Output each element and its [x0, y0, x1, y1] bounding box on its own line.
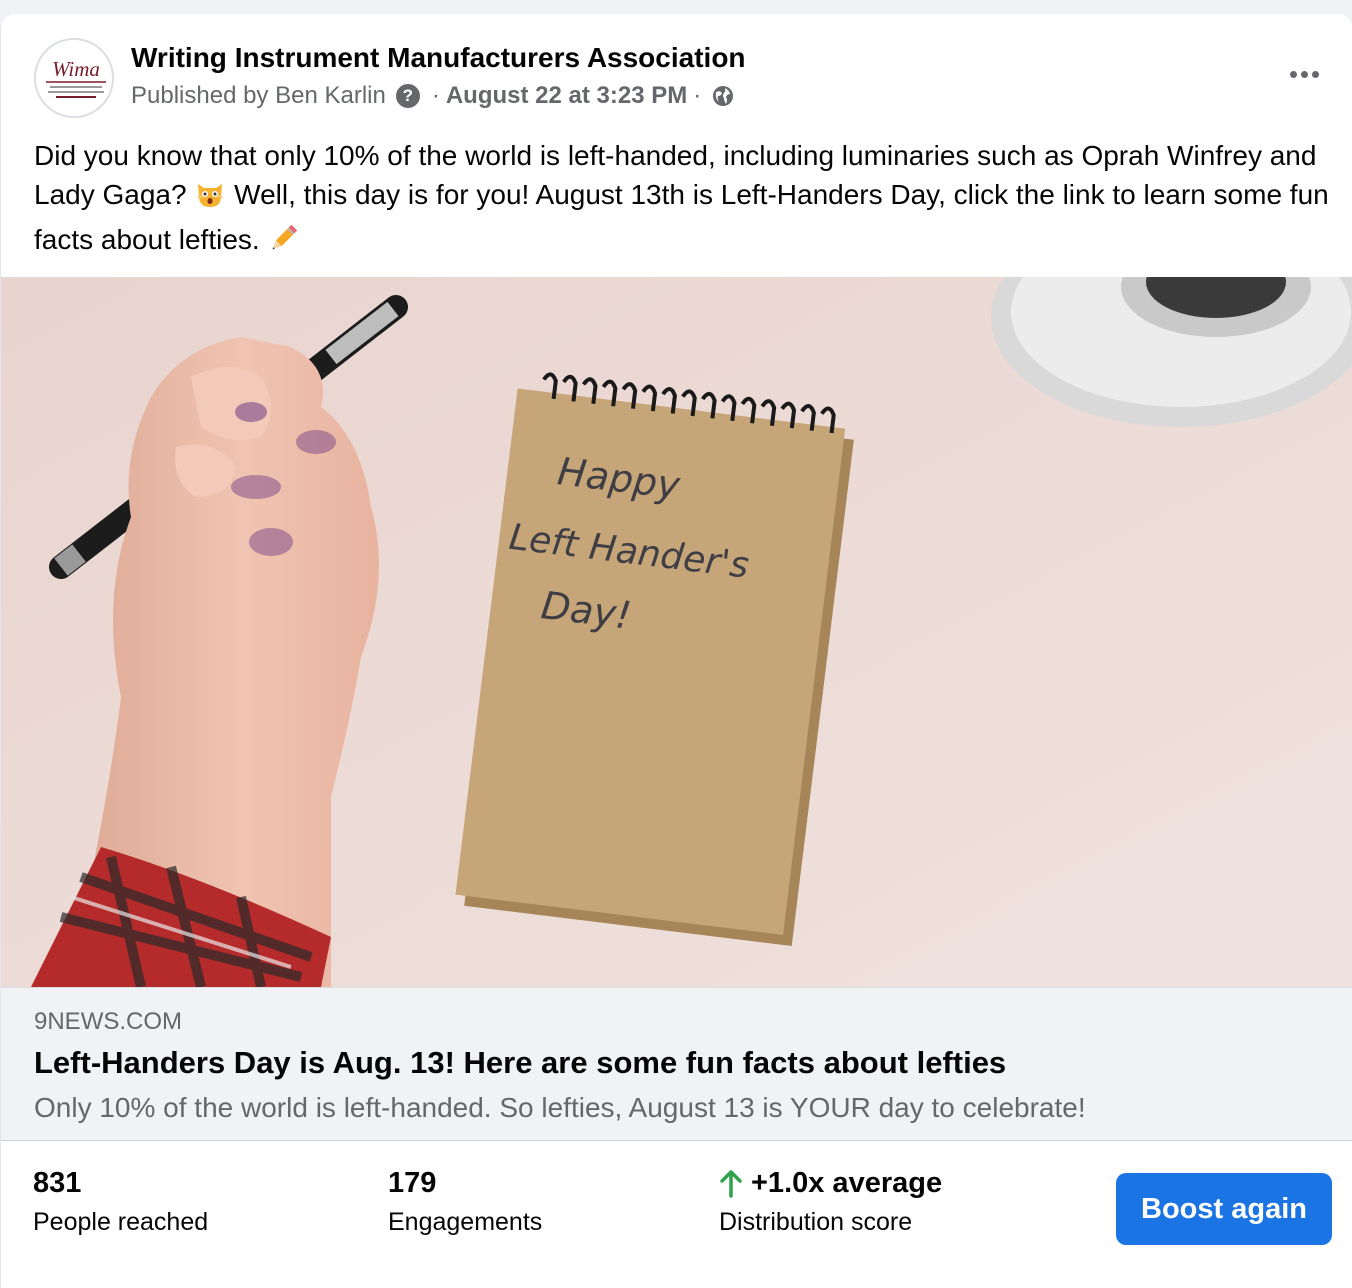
- globe-icon[interactable]: [711, 84, 735, 108]
- wima-logo-icon: Wima: [46, 57, 106, 98]
- meta-separator: ·: [693, 82, 702, 109]
- engagements-label: Engagements: [388, 1208, 543, 1236]
- published-by: Published by Ben Karlin: [131, 82, 386, 109]
- help-icon[interactable]: ?: [395, 84, 420, 108]
- shocked-cat-emoji-icon: [194, 178, 226, 220]
- svg-text:Wima: Wima: [52, 57, 100, 81]
- page-name[interactable]: Writing Instrument Manufacturers Associa…: [131, 42, 746, 74]
- arrow-up-icon: [719, 1169, 743, 1198]
- link-domain: 9NEWS.COM: [34, 1008, 183, 1035]
- people-reached-label: People reached: [33, 1208, 209, 1236]
- post-timestamp[interactable]: August 22 at 3:23 PM: [446, 82, 687, 110]
- post-header: Wima Writing Instrument Manufacturers As…: [1, 14, 1352, 124]
- stat-distribution-score[interactable]: +1.0x average Distribution score: [719, 1167, 942, 1237]
- post-meta: Published by Ben Karlin ? · August 22 at…: [131, 82, 735, 110]
- pencil-emoji-icon: [267, 223, 299, 265]
- post-image[interactable]: Happy Left Hander's Day!: [1, 277, 1352, 987]
- link-title[interactable]: Left-Handers Day is Aug. 13! Here are so…: [34, 1045, 1006, 1081]
- post-text-part2: Well, this day is for you! August 13th i…: [34, 179, 1329, 255]
- distribution-score-label: Distribution score: [719, 1208, 913, 1236]
- distribution-score-value: +1.0x average: [751, 1167, 943, 1199]
- stat-people-reached[interactable]: 831 People reached: [33, 1167, 208, 1237]
- post-card: Wima Writing Instrument Manufacturers As…: [0, 14, 1352, 1288]
- meta-separator: ·: [431, 82, 440, 109]
- post-insights: 831 People reached 179 Engagements +1.0x…: [1, 1141, 1352, 1288]
- stat-engagements[interactable]: 179 Engagements: [388, 1167, 542, 1237]
- post-message: Did you know that only 10% of the world …: [34, 136, 1329, 265]
- link-preview[interactable]: 9NEWS.COM Left-Handers Day is Aug. 13! H…: [1, 987, 1352, 1141]
- boost-again-button[interactable]: Boost again: [1116, 1173, 1332, 1245]
- engagements-value: 179: [388, 1167, 437, 1199]
- page-avatar[interactable]: Wima: [34, 38, 114, 118]
- people-reached-value: 831: [33, 1167, 82, 1199]
- more-options-icon[interactable]: [1284, 60, 1324, 88]
- link-description: Only 10% of the world is left-handed. So…: [34, 1092, 1086, 1123]
